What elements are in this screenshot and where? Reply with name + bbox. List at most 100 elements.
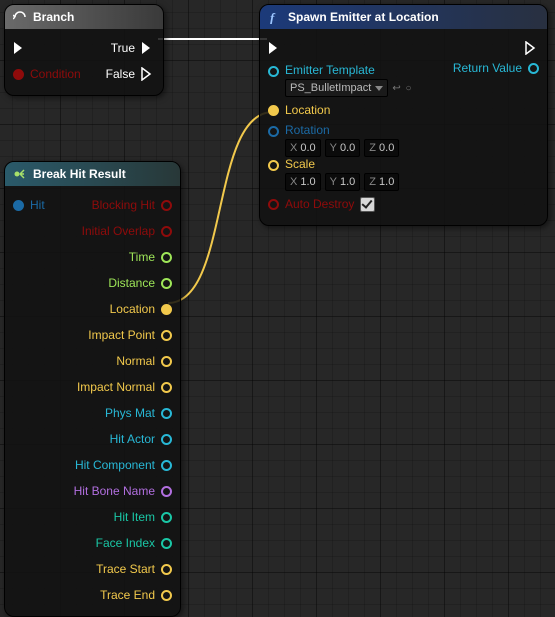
emitter-template-dropdown[interactable]: PS_BulletImpact xyxy=(285,79,388,97)
pin-label: Hit Item xyxy=(114,510,155,524)
rotation-z-field[interactable]: Z0.0 xyxy=(364,139,399,157)
pin-label: Phys Mat xyxy=(105,406,155,420)
rotation-input-pin[interactable]: Rotation X0.0 Y0.0 Z0.0 xyxy=(268,123,399,157)
value: 0.0 xyxy=(379,142,394,154)
value: 1.0 xyxy=(340,176,355,188)
rotation-y-field[interactable]: Y0.0 xyxy=(325,139,361,157)
return-value-pin[interactable]: Return Value xyxy=(453,61,539,75)
pin-icon xyxy=(161,252,172,263)
value: 1.0 xyxy=(300,176,315,188)
pin-icon xyxy=(161,512,172,523)
node-title: Spawn Emitter at Location xyxy=(288,10,439,24)
normal-pin[interactable]: Normal xyxy=(116,354,172,368)
exec-in-pin[interactable] xyxy=(268,41,282,55)
pin-icon xyxy=(161,226,172,237)
true-pin[interactable]: True xyxy=(111,41,155,55)
pin-label: Time xyxy=(129,250,155,264)
pin-label: Normal xyxy=(116,354,155,368)
rotation-x-field[interactable]: X0.0 xyxy=(285,139,321,157)
value: 1.0 xyxy=(379,176,394,188)
hit-item-pin[interactable]: Hit Item xyxy=(114,510,172,524)
pin-icon xyxy=(161,538,172,549)
node-branch[interactable]: Branch True Condition False xyxy=(4,4,164,96)
exec-out-pin[interactable] xyxy=(525,41,539,55)
location-input-pin[interactable]: Location xyxy=(268,103,330,117)
scale-y-field[interactable]: Y1.0 xyxy=(325,173,361,191)
time-pin[interactable]: Time xyxy=(129,250,172,264)
pin-label: Blocking Hit xyxy=(92,198,155,212)
auto-destroy-pin[interactable]: Auto Destroy xyxy=(268,197,375,212)
scale-input-pin[interactable]: Scale X1.0 Y1.0 Z1.0 xyxy=(268,157,399,191)
value: 0.0 xyxy=(340,142,355,154)
node-break-hit-result[interactable]: Break Hit Result Hit Blocking Hit Initia… xyxy=(4,161,181,617)
pin-label: Rotation xyxy=(285,123,399,137)
pin-icon xyxy=(161,460,172,471)
node-header[interactable]: Branch xyxy=(5,5,163,29)
pin-icon xyxy=(161,408,172,419)
trace-start-pin[interactable]: Trace Start xyxy=(96,562,172,576)
impact-normal-pin[interactable]: Impact Normal xyxy=(77,380,172,394)
trace-end-pin[interactable]: Trace End xyxy=(100,588,172,602)
hit-input-pin[interactable]: Hit xyxy=(13,198,45,212)
node-header[interactable]: f Spawn Emitter at Location xyxy=(260,5,547,29)
pin-label: Location xyxy=(285,103,330,117)
asset-tools-icons[interactable]: ↩ ○ xyxy=(392,83,412,94)
hit-bone-name-pin[interactable]: Hit Bone Name xyxy=(74,484,172,498)
pin-label: Hit Component xyxy=(75,458,155,472)
pin-icon xyxy=(161,356,172,367)
pin-icon xyxy=(161,304,172,315)
pin-label: Hit Bone Name xyxy=(74,484,155,498)
value: 0.0 xyxy=(300,142,315,154)
hit-component-pin[interactable]: Hit Component xyxy=(75,458,172,472)
pin-icon xyxy=(161,278,172,289)
pin-icon xyxy=(268,199,279,210)
face-index-pin[interactable]: Face Index xyxy=(96,536,172,550)
pin-icon xyxy=(161,486,172,497)
pin-label: True xyxy=(111,41,135,55)
node-spawn-emitter[interactable]: f Spawn Emitter at Location Emitter Temp… xyxy=(259,4,548,226)
initial-overlap-pin[interactable]: Initial Overlap xyxy=(82,224,172,238)
pin-label: Auto Destroy xyxy=(285,197,354,211)
break-struct-icon xyxy=(13,167,27,181)
branch-icon xyxy=(13,10,27,24)
location-pin[interactable]: Location xyxy=(110,302,172,316)
pin-label: Condition xyxy=(30,67,81,81)
emitter-template-pin[interactable]: Emitter Template PS_BulletImpact ↩ ○ xyxy=(268,61,413,97)
hit-actor-pin[interactable]: Hit Actor xyxy=(110,432,172,446)
scale-z-field[interactable]: Z1.0 xyxy=(364,173,399,191)
distance-pin[interactable]: Distance xyxy=(108,276,172,290)
pin-label: Scale xyxy=(285,157,399,171)
pin-label: Location xyxy=(110,302,155,316)
scale-x-field[interactable]: X1.0 xyxy=(285,173,321,191)
pin-icon xyxy=(268,105,279,116)
pin-icon xyxy=(161,200,172,211)
pin-label: Emitter Template xyxy=(285,63,413,77)
pin-label: Return Value xyxy=(453,61,522,75)
pin-label: Initial Overlap xyxy=(82,224,155,238)
pin-label: Hit Actor xyxy=(110,432,155,446)
pin-label: Impact Point xyxy=(88,328,155,342)
pin-icon xyxy=(13,69,24,80)
pin-icon xyxy=(161,330,172,341)
phys-mat-pin[interactable]: Phys Mat xyxy=(105,406,172,420)
node-header[interactable]: Break Hit Result xyxy=(5,162,180,186)
condition-pin[interactable]: Condition xyxy=(13,67,81,81)
blocking-hit-pin[interactable]: Blocking Hit xyxy=(92,198,172,212)
impact-point-pin[interactable]: Impact Point xyxy=(88,328,172,342)
pin-label: Hit xyxy=(30,198,45,212)
pin-icon xyxy=(161,382,172,393)
pin-label: False xyxy=(106,67,135,81)
node-title: Branch xyxy=(33,10,74,24)
exec-in-pin[interactable] xyxy=(13,41,27,55)
pin-icon xyxy=(528,63,539,74)
pin-icon xyxy=(13,200,24,211)
dropdown-value: PS_BulletImpact xyxy=(290,82,371,94)
chevron-down-icon xyxy=(375,86,383,91)
pin-icon xyxy=(268,126,279,137)
false-pin[interactable]: False xyxy=(106,67,155,81)
pin-icon xyxy=(268,160,279,171)
auto-destroy-checkbox[interactable] xyxy=(360,197,375,212)
pin-label: Face Index xyxy=(96,536,155,550)
pin-label: Impact Normal xyxy=(77,380,155,394)
node-title: Break Hit Result xyxy=(33,167,126,181)
